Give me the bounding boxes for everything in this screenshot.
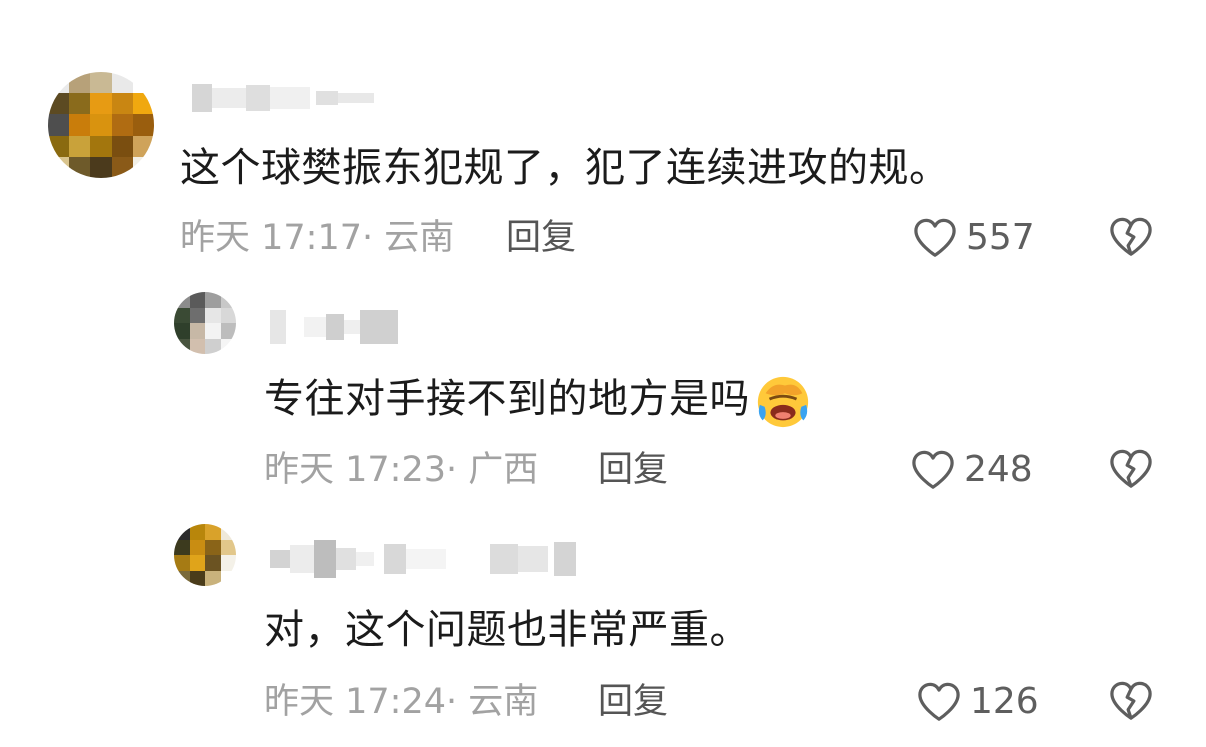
comment-meta: 昨天 17:23· 广西 xyxy=(264,450,539,490)
heart-outline-icon xyxy=(912,450,954,489)
comment-text: 专往对手接不到的地方是吗 xyxy=(264,372,812,430)
avatar[interactable] xyxy=(174,292,236,354)
dislike-button[interactable] xyxy=(1108,680,1154,726)
dislike-button[interactable] xyxy=(1108,448,1154,494)
comment-text-body: 专往对手接不到的地方是吗 xyxy=(264,376,750,422)
dislike-button[interactable] xyxy=(1108,216,1154,262)
like-button[interactable]: 557 xyxy=(912,216,1035,260)
broken-heart-icon xyxy=(1110,681,1152,720)
avatar[interactable] xyxy=(48,72,154,178)
reply-button[interactable]: 回复 xyxy=(506,216,576,260)
avatar[interactable] xyxy=(174,524,236,586)
like-count: 248 xyxy=(964,449,1033,490)
face-with-tears-of-joy-covering-face-icon xyxy=(757,376,809,428)
username-redacted[interactable] xyxy=(270,540,576,578)
comment-meta: 昨天 17:17· 云南 xyxy=(180,218,455,258)
reply-button[interactable]: 回复 xyxy=(598,680,668,724)
reply-button[interactable]: 回复 xyxy=(598,448,668,492)
comment-meta: 昨天 17:24· 云南 xyxy=(264,682,539,722)
username-redacted[interactable] xyxy=(192,84,374,112)
like-count: 557 xyxy=(966,217,1035,258)
broken-heart-icon xyxy=(1110,449,1152,488)
like-count: 126 xyxy=(970,681,1039,722)
comment-text: 对，这个问题也非常严重。 xyxy=(264,607,750,653)
heart-outline-icon xyxy=(914,218,956,257)
like-button[interactable]: 126 xyxy=(916,680,1039,724)
like-button[interactable]: 248 xyxy=(910,448,1033,492)
comment-text: 这个球樊振东犯规了，犯了连续进攻的规。 xyxy=(180,145,950,191)
heart-outline-icon xyxy=(918,682,960,721)
broken-heart-icon xyxy=(1110,217,1152,256)
username-redacted[interactable] xyxy=(270,310,398,344)
